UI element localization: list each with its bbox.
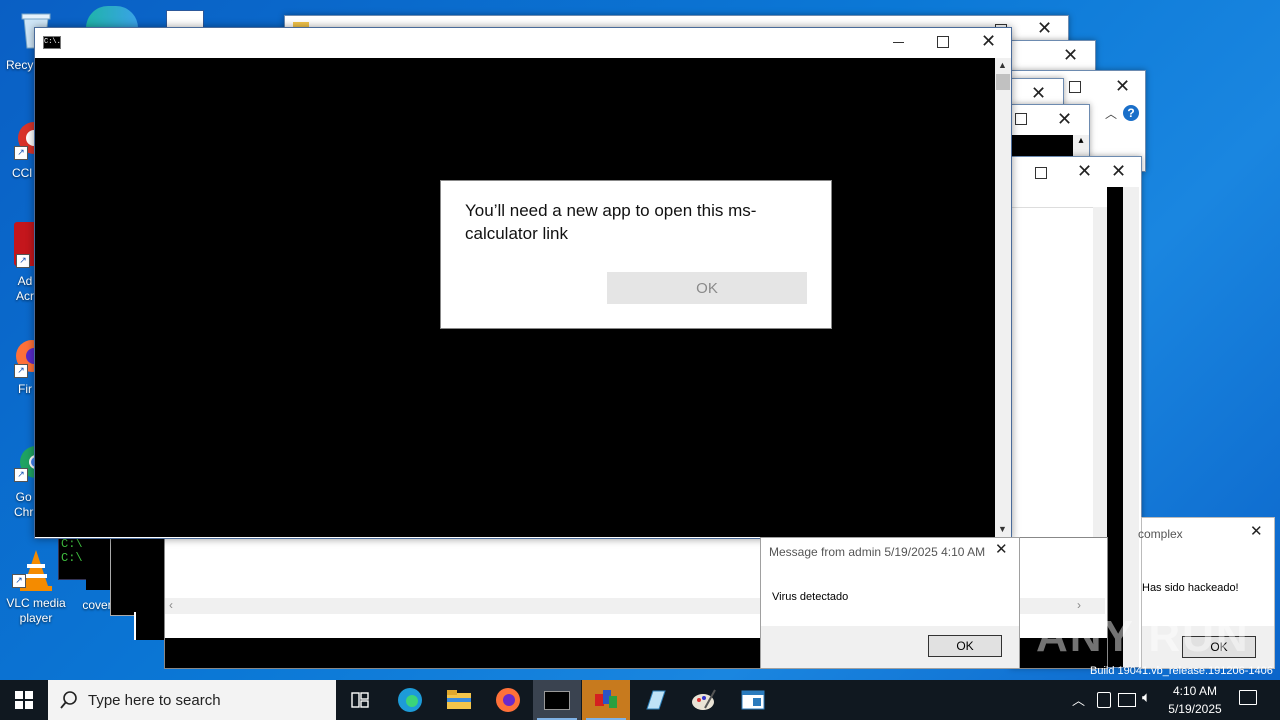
scroll-down-icon[interactable]: ▼ <box>998 524 1007 534</box>
chevron-left-icon[interactable]: ‹ <box>169 598 173 612</box>
minimize-icon[interactable] <box>893 42 904 43</box>
edge-icon <box>398 688 422 712</box>
desktop-icon-ccleaner[interactable]: ↗ CCl <box>0 118 50 180</box>
clock-date[interactable]: 5/19/2025 <box>1162 702 1228 716</box>
desktop-icon-chrome[interactable]: ↗ Go Chr <box>0 440 52 519</box>
dialog-message: You’ll need a new app to open this ms-ca… <box>465 201 757 243</box>
shortcut-arrow-icon: ↗ <box>14 364 28 378</box>
desktop-icon-adobe-acrobat[interactable]: ↗ Ad Acr <box>0 222 40 303</box>
colorful-app-icon <box>595 690 617 708</box>
black-window[interactable] <box>110 536 166 616</box>
background-window-2[interactable]: ✕ <box>1010 40 1096 72</box>
desktop-icon-label: VLC media player <box>6 596 66 625</box>
black-strip <box>1107 187 1123 667</box>
close-icon[interactable]: ✕ <box>1063 45 1078 66</box>
message-box-body: Virus detectado <box>772 591 849 603</box>
desktop-icon-label: cover <box>82 598 112 612</box>
hacked-box-title: complex <box>1138 527 1183 541</box>
volume-icon[interactable]: 🔈︎ <box>1142 689 1151 706</box>
hacked-message-box[interactable]: complex ✕ Has sido hackeado! OK <box>1138 517 1275 669</box>
desktop-icon-label: Ad Acr <box>16 274 34 303</box>
cmd-icon <box>544 690 570 710</box>
chevron-up-icon[interactable]: ︿ <box>1105 105 1117 122</box>
taskbar-file-explorer[interactable] <box>435 680 483 720</box>
shortcut-arrow-icon: ↗ <box>14 468 28 482</box>
close-icon[interactable]: ✕ <box>995 540 1008 558</box>
close-icon[interactable]: ✕ <box>1037 18 1052 39</box>
maximize-icon[interactable] <box>937 36 949 48</box>
windows-logo-icon <box>15 691 33 709</box>
cmd-titlebar[interactable]: C:\. ✕ <box>35 28 1011 58</box>
shortcut-arrow-icon: ↗ <box>14 146 28 160</box>
search-placeholder: Type here to search <box>88 692 221 709</box>
search-icon <box>60 691 77 709</box>
scroll-thumb[interactable] <box>996 74 1010 90</box>
message-ok-button[interactable]: OK <box>928 635 1002 657</box>
shortcut-arrow-icon: ↗ <box>16 254 30 268</box>
cmd-app-icon: C:\. <box>43 36 61 49</box>
task-view-button[interactable] <box>336 680 384 720</box>
close-icon[interactable]: ✕ <box>1111 161 1126 182</box>
taskbar-firefox[interactable] <box>484 680 532 720</box>
close-icon[interactable]: ✕ <box>1031 83 1046 104</box>
taskbar-winrar[interactable] <box>582 680 630 720</box>
notepad-icon <box>646 690 666 710</box>
vertical-scrollbar[interactable]: ▲ ▼ <box>995 58 1011 537</box>
desktop-icon-label: CCl <box>12 166 32 180</box>
help-icon[interactable]: ? <box>1123 105 1139 121</box>
cmd-icon-text: C:\. <box>44 38 61 46</box>
firefox-icon <box>496 688 520 712</box>
paint-icon <box>692 689 716 710</box>
desktop-icon-label: Recy <box>6 58 34 72</box>
scroll-up-icon[interactable]: ▲ <box>998 60 1007 70</box>
build-info: Build 19041.vb_release.191206-1406 <box>1090 665 1273 677</box>
task-view-icon <box>351 692 369 708</box>
network-adapter-icon[interactable] <box>1097 692 1111 708</box>
chevron-right-icon[interactable]: › <box>1077 598 1081 612</box>
scrollbar[interactable]: ▴ <box>1073 135 1089 157</box>
admin-message-box[interactable]: Message from admin 5/19/2025 4:10 AM ✕ V… <box>760 537 1020 669</box>
message-box-title: Message from admin 5/19/2025 4:10 AM <box>769 545 986 559</box>
maximize-icon[interactable] <box>1015 113 1027 125</box>
taskbar-app[interactable] <box>729 680 777 720</box>
black-content <box>1011 135 1073 157</box>
close-icon[interactable]: ✕ <box>981 31 996 52</box>
notification-icon[interactable] <box>1239 690 1257 705</box>
close-icon[interactable]: ✕ <box>1250 522 1263 540</box>
open-app-dialog[interactable]: You’ll need a new app to open this ms-ca… <box>440 180 832 329</box>
chevron-up-icon[interactable]: ︿ <box>1072 690 1085 709</box>
clock-time[interactable]: 4:10 AM <box>1168 684 1222 698</box>
black-window[interactable] <box>134 612 166 640</box>
search-box[interactable]: Type here to search <box>48 680 336 720</box>
close-icon[interactable]: ✕ <box>1077 161 1092 182</box>
shortcut-arrow-icon: ↗ <box>12 574 26 588</box>
maximize-icon[interactable] <box>1035 167 1047 179</box>
scrollbar[interactable] <box>1123 187 1139 667</box>
maximize-icon[interactable] <box>1069 81 1081 93</box>
taskbar-paint[interactable] <box>680 680 728 720</box>
close-icon[interactable]: ✕ <box>1057 109 1072 130</box>
dialog-ok-button[interactable]: OK <box>607 272 807 304</box>
desktop-icon-firefox[interactable]: ↗ Fir <box>0 338 48 396</box>
close-icon[interactable]: ✕ <box>1115 76 1130 97</box>
folder-icon <box>447 690 471 709</box>
hacked-box-body: Has sido hackeado! <box>1142 582 1239 594</box>
desktop-icon-label: Fir <box>18 382 32 396</box>
desktop-icon-label: Go Chr <box>14 490 34 519</box>
edge-icon-peek[interactable] <box>86 6 138 28</box>
start-button[interactable] <box>0 680 48 720</box>
hacked-ok-button[interactable]: OK <box>1182 636 1256 658</box>
taskbar-notepad[interactable] <box>631 680 679 720</box>
taskbar-cmd[interactable] <box>533 680 581 720</box>
window-app-icon <box>741 690 765 710</box>
vlc-cone-icon: ↗ <box>12 548 54 592</box>
background-window-5[interactable]: ✕ ▴ <box>1010 104 1090 158</box>
taskbar-edge[interactable] <box>386 680 434 720</box>
network-icon[interactable] <box>1118 693 1136 707</box>
